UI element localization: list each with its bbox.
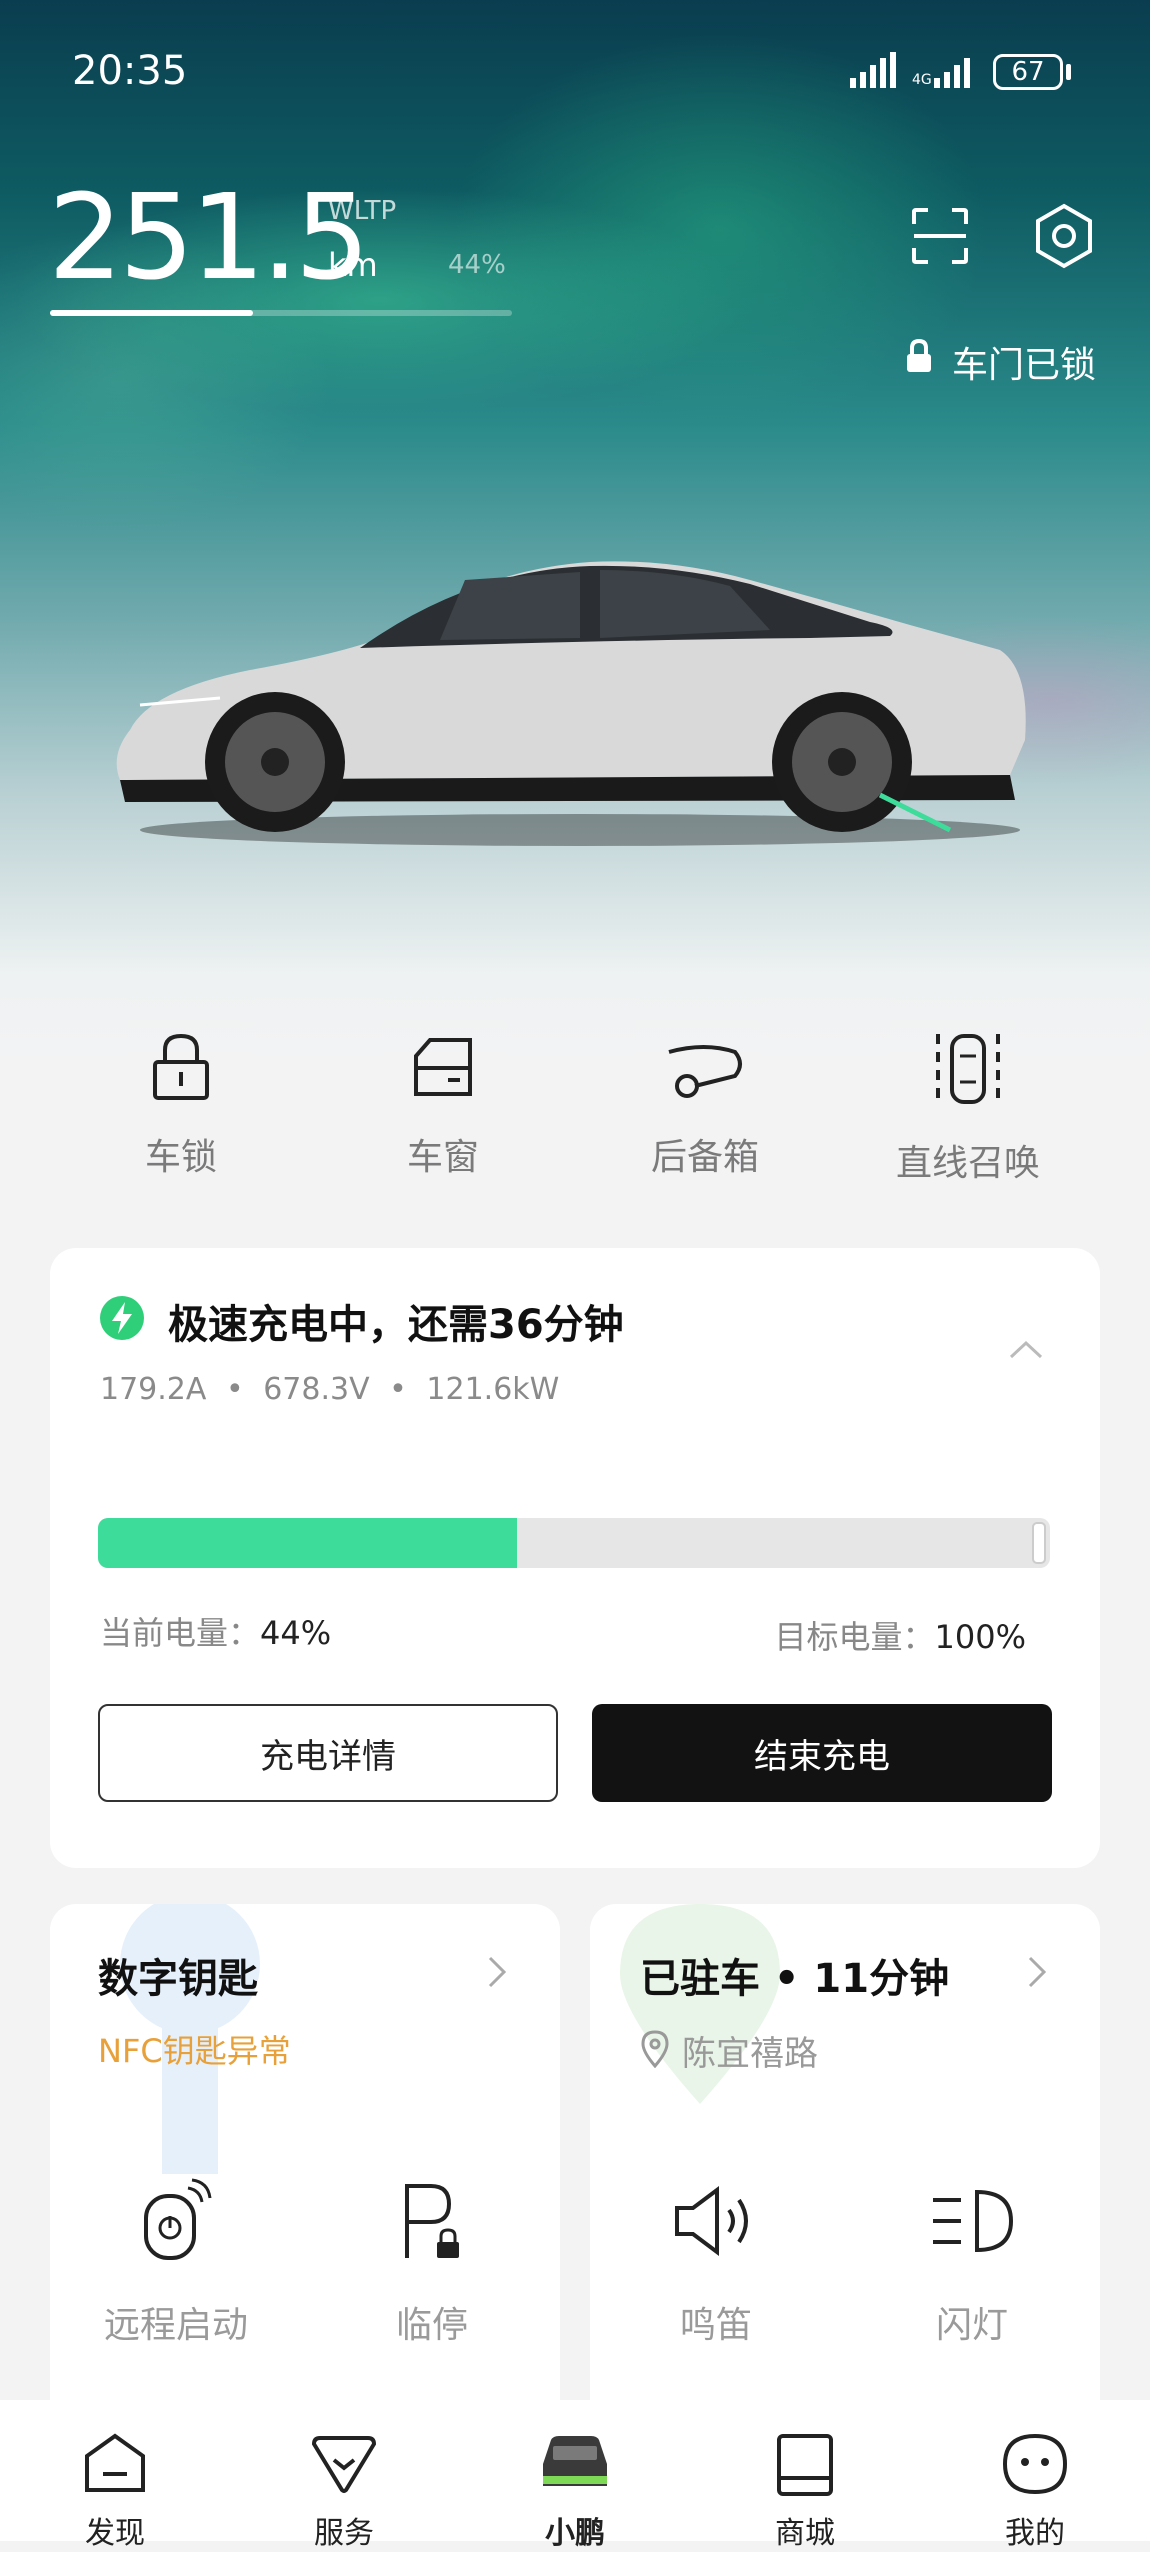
quick-action-window[interactable]: 车窗 bbox=[343, 1030, 543, 1180]
quick-action-trunk[interactable]: 后备箱 bbox=[605, 1030, 805, 1180]
nav-xpeng[interactable]: 小鹏 bbox=[515, 2430, 635, 2552]
charge-details-button[interactable]: 充电详情 bbox=[98, 1704, 558, 1802]
window-icon bbox=[414, 1038, 472, 1096]
range-unit: km bbox=[328, 246, 378, 284]
digital-key-title: 数字钥匙 bbox=[98, 1956, 258, 2002]
quick-action-label: 车窗 bbox=[406, 1137, 479, 1178]
parking-location: 陈宜禧路 bbox=[682, 2034, 818, 2074]
range-standard: WLTP bbox=[328, 196, 397, 226]
lock-icon bbox=[153, 1033, 209, 1100]
temp-parking-icon bbox=[405, 2184, 459, 2258]
chevron-up-icon[interactable] bbox=[1008, 1338, 1044, 1360]
stop-charging-button[interactable]: 结束充电 bbox=[592, 1704, 1052, 1802]
chevron-right-icon[interactable] bbox=[486, 1954, 508, 1990]
discover-icon bbox=[85, 2433, 145, 2492]
bottom-nav: 发现 服务 小鹏 商城 我的 bbox=[0, 2400, 1150, 2551]
signal-icon bbox=[850, 52, 896, 88]
summon-icon bbox=[936, 1034, 1000, 1104]
remote-start-button[interactable]: 远程启动 bbox=[66, 2176, 286, 2348]
control-label: 闪灯 bbox=[935, 2305, 1008, 2346]
quick-action-summon[interactable]: 直线召唤 bbox=[868, 1030, 1068, 1186]
quick-action-label: 后备箱 bbox=[650, 1137, 759, 1178]
control-label: 临停 bbox=[395, 2305, 468, 2346]
chevron-right-icon[interactable] bbox=[1026, 1954, 1048, 1990]
remote-start-icon bbox=[144, 2178, 212, 2260]
car-image bbox=[116, 561, 1026, 846]
service-icon bbox=[311, 2436, 377, 2493]
quick-action-lock[interactable]: 车锁 bbox=[81, 1030, 281, 1180]
quick-action-label: 直线召唤 bbox=[895, 1143, 1040, 1184]
parking-title: 已驻车 • 11分钟 bbox=[640, 1956, 950, 2002]
horn-icon bbox=[675, 2186, 748, 2256]
settings-icon[interactable] bbox=[1030, 202, 1098, 270]
target-soc-value: 100% bbox=[934, 1618, 1026, 1656]
nav-service[interactable]: 服务 bbox=[284, 2430, 404, 2552]
range-bar-fill bbox=[50, 310, 253, 316]
charging-bolt-icon bbox=[100, 1296, 144, 1340]
headlight-icon bbox=[933, 2189, 1014, 2253]
location-pin-icon bbox=[641, 2030, 669, 2068]
target-soc: 目标电量：100% bbox=[774, 1618, 1027, 1656]
range-value: 251.5 bbox=[48, 168, 370, 306]
range-soc-label: 44% bbox=[448, 250, 506, 280]
scan-icon[interactable] bbox=[910, 206, 970, 266]
door-lock-icon bbox=[907, 338, 931, 372]
mall-icon bbox=[777, 2434, 833, 2496]
charging-stats: 179.2A • 678.3V • 121.6kW bbox=[100, 1372, 560, 1407]
svg-text:4G: 4G bbox=[912, 72, 932, 88]
current-soc-value: 44% bbox=[260, 1614, 332, 1652]
nav-mall[interactable]: 商城 bbox=[745, 2430, 865, 2552]
charging-current: 179.2A bbox=[100, 1372, 207, 1407]
horn-button[interactable]: 鸣笛 bbox=[606, 2176, 826, 2348]
digital-key-status: NFC钥匙异常 bbox=[98, 2032, 291, 2070]
control-label: 远程启动 bbox=[103, 2305, 248, 2346]
charging-power: 121.6kW bbox=[426, 1372, 560, 1407]
car-icon bbox=[543, 2436, 607, 2486]
charging-title: 极速充电中，还需36分钟 bbox=[168, 1302, 624, 1348]
target-soc-handle[interactable] bbox=[1032, 1522, 1046, 1564]
hero-background bbox=[0, 0, 1150, 1060]
temp-parking-button[interactable]: 临停 bbox=[322, 2176, 542, 2348]
control-label: 鸣笛 bbox=[679, 2305, 752, 2346]
nav-profile[interactable]: 我的 bbox=[975, 2430, 1095, 2552]
map-pin-watermark-icon bbox=[620, 1904, 780, 2104]
status-time: 20:35 bbox=[72, 48, 188, 94]
battery-tip bbox=[1066, 64, 1071, 80]
quick-action-label: 车锁 bbox=[144, 1137, 217, 1178]
trunk-icon bbox=[668, 1045, 742, 1098]
signal-icon-2: 4G bbox=[912, 58, 970, 88]
battery-indicator: 67 bbox=[993, 54, 1063, 90]
charge-progress-fill bbox=[98, 1518, 517, 1568]
current-soc: 当前电量：44% bbox=[100, 1614, 332, 1652]
profile-icon bbox=[1002, 2433, 1068, 2495]
door-status: 车门已锁 bbox=[952, 345, 1097, 386]
flash-lights-button[interactable]: 闪灯 bbox=[862, 2176, 1082, 2348]
nav-discover[interactable]: 发现 bbox=[55, 2430, 175, 2552]
charging-voltage: 678.3V bbox=[263, 1372, 370, 1407]
